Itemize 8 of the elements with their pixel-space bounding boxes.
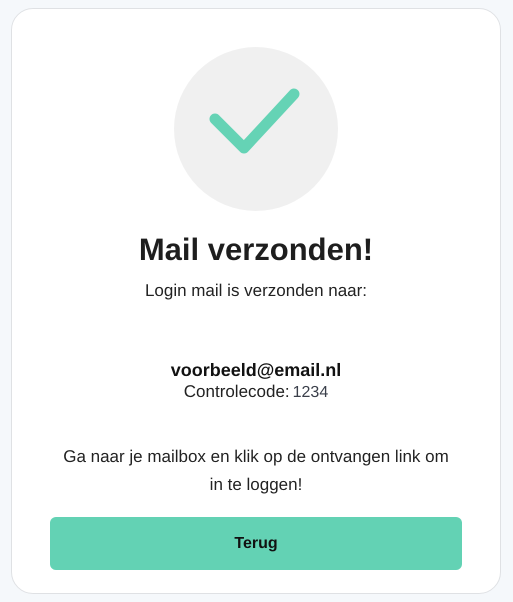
subtitle: Login mail is verzonden naar: bbox=[144, 280, 368, 302]
instruction-text: Ga naar je mailbox en klik op de ontvangen link om in te loggen! bbox=[62, 446, 450, 496]
checkmark-icon bbox=[174, 47, 338, 211]
heading: Mail verzonden! bbox=[138, 231, 374, 269]
email-address: voorbeeld@email.nl bbox=[170, 359, 342, 381]
code-value: 1234 bbox=[292, 383, 328, 403]
back-button[interactable]: Terug bbox=[50, 517, 462, 570]
code-label: Controlecode: bbox=[184, 381, 290, 403]
